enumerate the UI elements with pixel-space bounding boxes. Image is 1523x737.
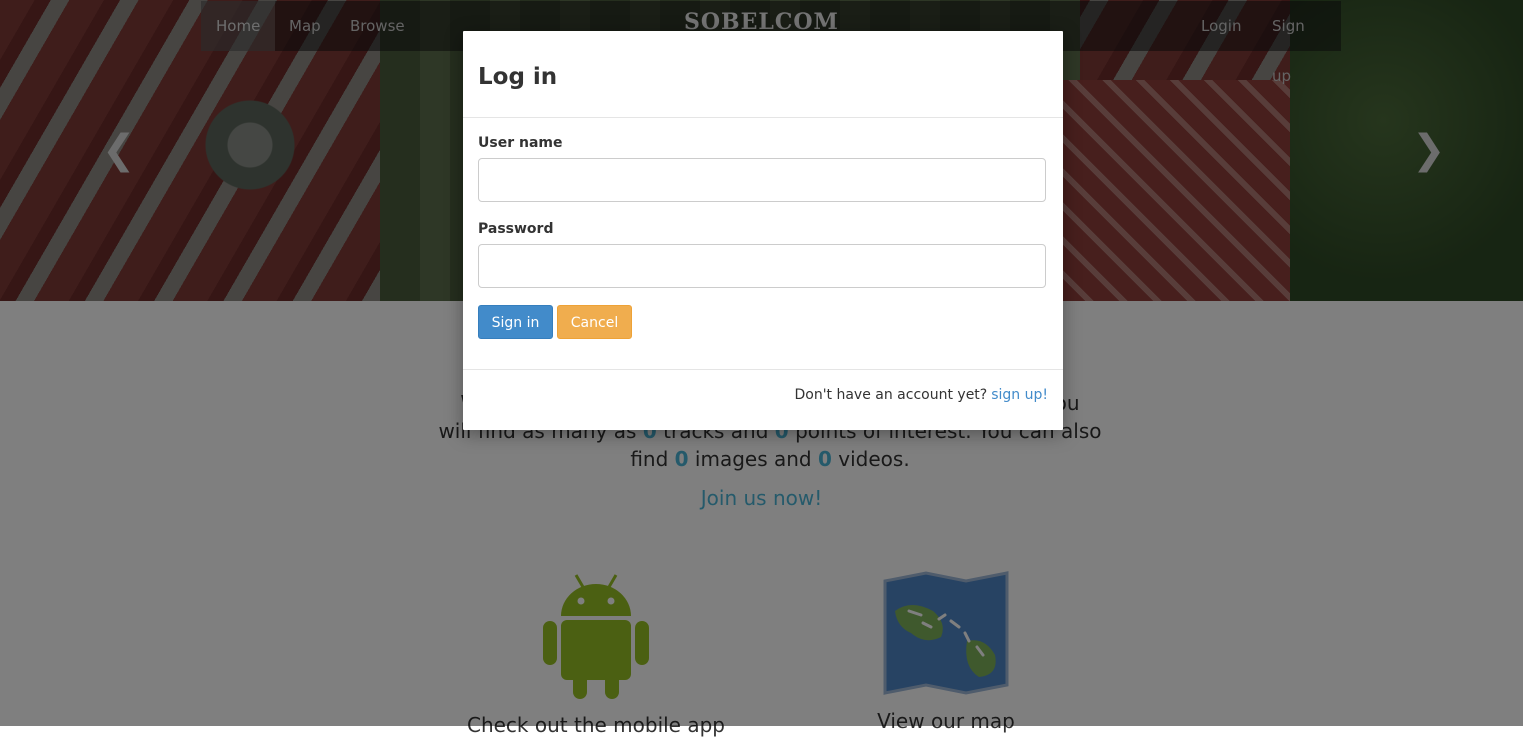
cancel-button[interactable]: Cancel [557,305,632,339]
password-input[interactable] [478,244,1046,288]
signup-prompt-text: Don't have an account yet? [794,387,988,403]
modal-footer: Don't have an account yet? sign up! [463,369,1063,431]
modal-title: Log in [478,64,558,90]
modal-header: Log in [463,31,1063,118]
signup-link[interactable]: sign up! [991,387,1048,403]
username-input[interactable] [478,158,1046,202]
signup-prompt: Don't have an account yet? sign up! [794,387,1048,403]
username-label: User name [478,135,563,151]
sign-in-button[interactable]: Sign in [478,305,553,339]
password-label: Password [478,221,554,237]
login-modal: Log in User name Password Sign in Cancel… [463,31,1063,430]
